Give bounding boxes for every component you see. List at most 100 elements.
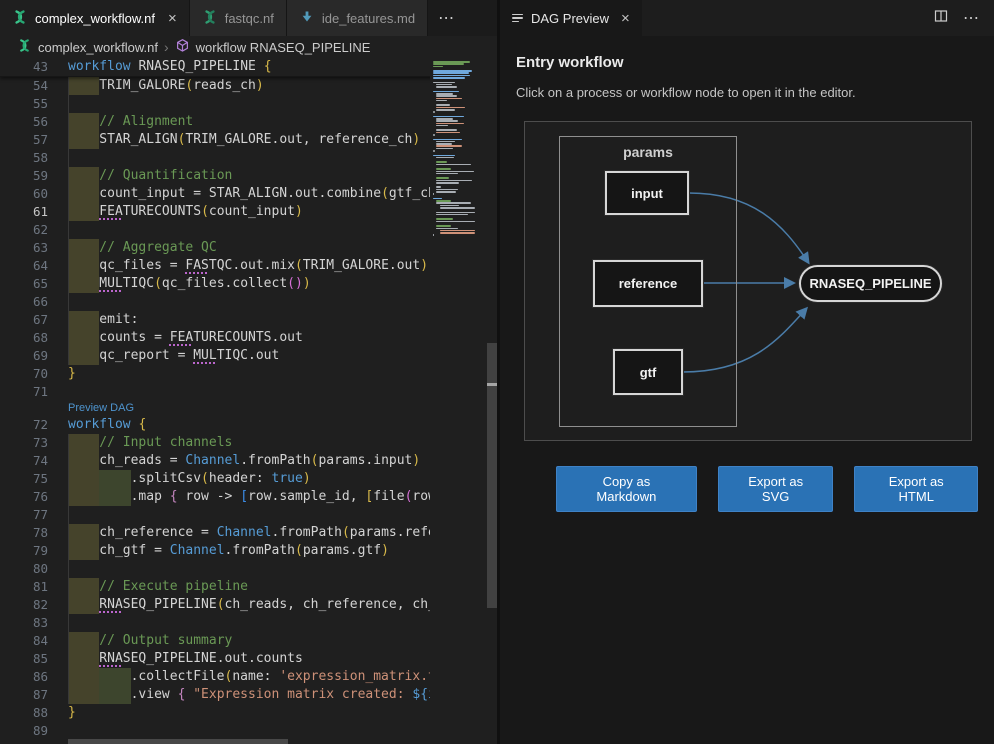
- code-line[interactable]: 88}: [0, 704, 497, 722]
- code-line[interactable]: 62: [0, 221, 497, 239]
- dag-node-input[interactable]: input: [605, 171, 689, 215]
- line-number: 86: [0, 668, 48, 686]
- code-line[interactable]: 58: [0, 149, 497, 167]
- line-number: 84: [0, 632, 48, 650]
- code-text: // Execute pipeline: [68, 578, 430, 596]
- vertical-scrollbar-thumb[interactable]: [487, 343, 497, 608]
- code-line[interactable]: 63// Aggregate QC: [0, 239, 497, 257]
- code-line[interactable]: 66: [0, 293, 497, 311]
- code-line[interactable]: 82RNASEQ_PIPELINE(ch_reads, ch_reference…: [0, 596, 497, 614]
- code-line[interactable]: 43workflow RNASEQ_PIPELINE {: [0, 58, 497, 76]
- code-text: [68, 95, 430, 113]
- editor-group-left: complex_workflow.nf × fastqc.nf ide_feat…: [0, 0, 497, 744]
- code-line[interactable]: 68counts = FEATURECOUNTS.out: [0, 329, 497, 347]
- code-text: .splitCsv(header: true): [68, 470, 430, 488]
- code-line[interactable]: 61FEATURECOUNTS(count_input): [0, 203, 497, 221]
- code-line[interactable]: 83: [0, 614, 497, 632]
- line-number: 85: [0, 650, 48, 668]
- code-line[interactable]: 71: [0, 383, 497, 401]
- horizontal-scrollbar-thumb[interactable]: [68, 739, 288, 744]
- tab-ide-features[interactable]: ide_features.md: [287, 0, 428, 36]
- code-line[interactable]: 81// Execute pipeline: [0, 578, 497, 596]
- breadcrumb-symbol[interactable]: workflow RNASEQ_PIPELINE: [196, 40, 371, 55]
- panel-description: Click on a process or workflow node to o…: [516, 85, 978, 100]
- copy-as-markdown-button[interactable]: Copy as Markdown: [556, 466, 697, 512]
- code-text: .map { row -> [row.sample_id, [file(row.…: [68, 488, 430, 506]
- code-text: qc_files = FASTQC.out.mix(TRIM_GALORE.ou…: [68, 257, 430, 275]
- code-line[interactable]: 80: [0, 560, 497, 578]
- tab-overflow-icon[interactable]: ⋯: [428, 0, 465, 36]
- indent-highlight: [68, 185, 99, 203]
- dag-node-gtf[interactable]: gtf: [613, 349, 683, 395]
- code-line[interactable]: 77: [0, 506, 497, 524]
- code-line[interactable]: 54TRIM_GALORE(reads_ch): [0, 77, 497, 95]
- line-number: 88: [0, 704, 48, 722]
- code-line[interactable]: 67emit:: [0, 311, 497, 329]
- indent-highlight: [68, 77, 99, 95]
- code-line[interactable]: 74ch_reads = Channel.fromPath(params.inp…: [0, 452, 497, 470]
- split-editor-icon[interactable]: [933, 8, 949, 29]
- dag-node-reference[interactable]: reference: [593, 260, 703, 307]
- code-text: [68, 293, 430, 311]
- tab-dag-preview[interactable]: DAG Preview ×: [500, 0, 642, 36]
- code-editor[interactable]: 43workflow RNASEQ_PIPELINE { 54TRIM_GALO…: [0, 58, 497, 744]
- indent-guide: [68, 650, 69, 668]
- code-line[interactable]: 84// Output summary: [0, 632, 497, 650]
- line-number: 79: [0, 542, 48, 560]
- code-line[interactable]: 65MULTIQC(qc_files.collect()): [0, 275, 497, 293]
- code-text: [68, 560, 430, 578]
- codelens-preview-dag[interactable]: Preview DAG: [68, 401, 134, 416]
- close-icon[interactable]: ×: [168, 11, 177, 26]
- code-line[interactable]: 57STAR_ALIGN(TRIM_GALORE.out, reference_…: [0, 131, 497, 149]
- tab-complex-workflow[interactable]: complex_workflow.nf ×: [0, 0, 190, 36]
- code-text: ch_gtf = Channel.fromPath(params.gtf): [68, 542, 430, 560]
- code-line[interactable]: 72workflow {: [0, 416, 497, 434]
- code-line[interactable]: 79 ch_gtf = Channel.fromPath(params.gtf): [0, 542, 497, 560]
- export-as-svg-button[interactable]: Export as SVG: [718, 466, 834, 512]
- code-line[interactable]: 86.collectFile(name: 'expression_matrix.…: [0, 668, 497, 686]
- code-text: workflow RNASEQ_PIPELINE {: [68, 58, 430, 76]
- sticky-scroll-line[interactable]: 43workflow RNASEQ_PIPELINE {: [0, 58, 497, 77]
- code-line[interactable]: 55: [0, 95, 497, 113]
- indent-guide: [68, 77, 69, 95]
- code-line[interactable]: 76.map { row -> [row.sample_id, [file(ro…: [0, 488, 497, 506]
- line-number: 54: [0, 77, 48, 95]
- close-icon[interactable]: ×: [621, 10, 630, 27]
- code-line[interactable]: 64qc_files = FASTQC.out.mix(TRIM_GALORE.…: [0, 257, 497, 275]
- code-line[interactable]: 73// Input channels: [0, 434, 497, 452]
- dag-node-rnaseq-pipeline[interactable]: RNASEQ_PIPELINE: [799, 265, 942, 302]
- minimap[interactable]: [430, 58, 497, 744]
- code-line[interactable]: 85RNASEQ_PIPELINE.out.counts: [0, 650, 497, 668]
- indent-guide: [68, 221, 69, 239]
- code-line[interactable]: 75.splitCsv(header: true): [0, 470, 497, 488]
- indent-highlight: [68, 329, 99, 347]
- tab-fastqc[interactable]: fastqc.nf: [190, 0, 287, 36]
- export-as-html-button[interactable]: Export as HTML: [854, 466, 978, 512]
- code-line[interactable]: 78ch_reference = Channel.fromPath(params…: [0, 524, 497, 542]
- code-text: ch_reference = Channel.fromPath(params.r…: [68, 524, 430, 542]
- more-actions-icon[interactable]: ⋯: [963, 8, 980, 28]
- line-number: 69: [0, 347, 48, 365]
- code-line[interactable]: 69qc_report = MULTIQC.out: [0, 347, 497, 365]
- indent-guide: [68, 578, 69, 596]
- code-line[interactable]: 70}: [0, 365, 497, 383]
- line-number: 57: [0, 131, 48, 149]
- indent-highlight: [68, 578, 99, 596]
- indent-guide: [68, 470, 69, 488]
- breadcrumb-file[interactable]: complex_workflow.nf: [38, 40, 158, 55]
- code-text: [68, 383, 430, 401]
- code-line[interactable]: 56// Alignment: [0, 113, 497, 131]
- line-number: [0, 401, 48, 416]
- line-number: 60: [0, 185, 48, 203]
- code-line[interactable]: 87.view { "Expression matrix created: ${…: [0, 686, 497, 704]
- code-text: // Alignment: [68, 113, 430, 131]
- indent-highlight: [68, 347, 99, 365]
- indent-guide: [68, 239, 69, 257]
- code-text: .view { "Expression matrix created: ${it…: [68, 686, 430, 704]
- code-line[interactable]: 59// Quantification: [0, 167, 497, 185]
- breadcrumb[interactable]: complex_workflow.nf › workflow RNASEQ_PI…: [0, 36, 497, 58]
- diagnostic-hint: RNA: [99, 597, 122, 612]
- code-line[interactable]: 60count_input = STAR_ALIGN.out.combine(g…: [0, 185, 497, 203]
- indent-highlight: [68, 632, 99, 650]
- code-line[interactable]: 89: [0, 722, 497, 740]
